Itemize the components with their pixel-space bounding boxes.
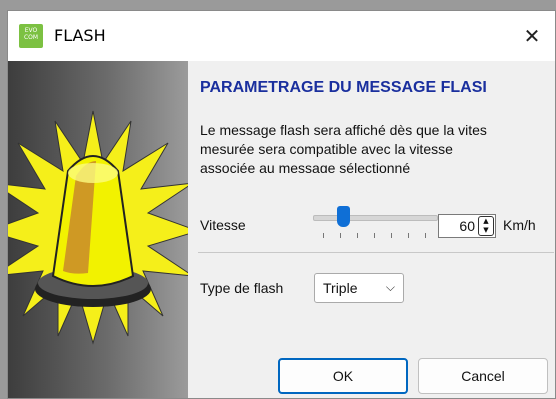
flashing-beacon-icon (8, 110, 188, 345)
slider-tick (357, 233, 358, 238)
page-title: PARAMETRAGE DU MESSAGE FLASI (200, 79, 487, 96)
slider-tick (323, 233, 324, 238)
slider-tick (391, 233, 392, 238)
slider-tick (425, 233, 426, 238)
flash-type-value: Triple (323, 280, 358, 296)
divider (198, 252, 554, 253)
description-text: Le message flash sera affiché dès que la… (200, 121, 556, 173)
cancel-button[interactable]: Cancel (418, 358, 548, 394)
slider-tick (374, 233, 375, 238)
ok-button[interactable]: OK (278, 358, 408, 394)
chevron-down-icon: ⌵ (385, 280, 395, 294)
spinner-down-icon[interactable]: ▼ (479, 226, 493, 235)
description-line: associée au message sélectionné (200, 160, 411, 173)
flash-type-select[interactable]: Triple ⌵ (314, 273, 404, 303)
speed-value[interactable]: 60 (459, 218, 475, 234)
description-line: Le message flash sera affiché dès que la… (200, 122, 487, 138)
spinner-buttons[interactable]: ▲ ▼ (478, 216, 494, 236)
side-illustration-panel (8, 61, 188, 398)
slider-tick (340, 233, 341, 238)
speed-slider-track[interactable] (313, 215, 438, 221)
window-title: FLASH (54, 26, 106, 45)
close-icon: ✕ (523, 24, 541, 48)
speed-label: Vitesse (200, 217, 246, 233)
flash-type-label: Type de flash (200, 280, 284, 296)
flash-dialog: EVO COM FLASH ✕ PARAMETRAGE DU MESSAGE F… (7, 10, 556, 399)
spinner-up-icon[interactable]: ▲ (479, 217, 493, 226)
close-button[interactable]: ✕ (509, 11, 555, 61)
app-logo-icon: EVO COM (19, 24, 43, 48)
description-line: mesurée sera compatible avec la vitesse (200, 141, 453, 157)
speed-unit: Km/h (503, 217, 536, 233)
speed-spinbox[interactable]: 60 ▲ ▼ (438, 214, 496, 238)
title-bar[interactable]: EVO COM FLASH ✕ (8, 11, 555, 61)
slider-tick (408, 233, 409, 238)
speed-slider-thumb[interactable] (336, 206, 350, 227)
